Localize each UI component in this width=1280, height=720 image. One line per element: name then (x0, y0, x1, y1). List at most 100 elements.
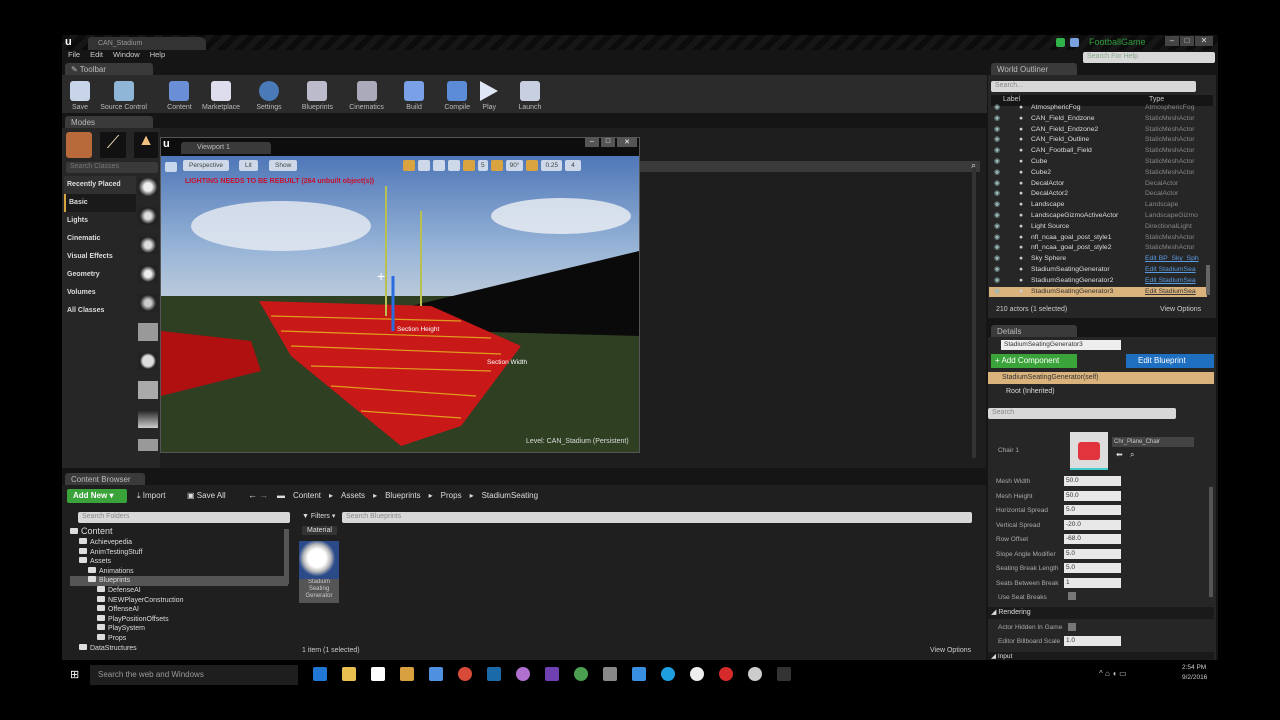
outliner-row[interactable]: ◉ ● DecalActor2 DecalActor (989, 189, 1207, 200)
visibility-eye-icon[interactable]: ◉ (994, 211, 1000, 222)
category-geometry[interactable]: Geometry (64, 266, 136, 284)
import-button[interactable]: ⤓ Import (137, 491, 165, 501)
details-search-input[interactable]: Search (988, 408, 1176, 419)
window-close-button[interactable]: ✕ (617, 138, 637, 147)
compile-button[interactable]: Compile (444, 75, 470, 111)
class-search-input[interactable]: Search Classes (66, 162, 158, 173)
billboard-scale-input[interactable]: 1.0 (1064, 636, 1121, 646)
minimize-button[interactable]: – (1165, 36, 1179, 46)
scrollbar[interactable] (972, 168, 976, 458)
chair-thumbnail[interactable] (1070, 432, 1108, 470)
app-icon[interactable] (486, 667, 501, 681)
scale-mode-button[interactable] (433, 160, 445, 171)
save-button[interactable]: Save (70, 75, 90, 111)
actor-name-input[interactable]: StadiumSeatingGenerator3 (1001, 340, 1121, 350)
visibility-eye-icon[interactable]: ◉ (994, 200, 1000, 211)
visibility-eye-icon[interactable]: ◉ (994, 114, 1000, 125)
folder-tree-item[interactable]: Animations (70, 566, 288, 577)
use-selected-arrow-icon[interactable]: ⬅ (1116, 450, 1123, 459)
build-button[interactable]: Build (404, 75, 425, 111)
landscape-mode-icon[interactable]: ▲ (134, 132, 158, 158)
input-section-header[interactable]: ◢ Input (988, 652, 1214, 660)
column-type[interactable]: Type (1149, 96, 1164, 103)
category-visual-effects[interactable]: Visual Effects (64, 248, 136, 266)
breadcrumb-assets[interactable]: Assets (341, 491, 365, 500)
app-icon[interactable] (573, 667, 588, 681)
menu-window[interactable]: Window (113, 50, 140, 62)
grid-snap-toggle[interactable] (463, 160, 475, 171)
visibility-eye-icon[interactable]: ◉ (994, 254, 1000, 265)
blueprints-button[interactable]: Blueprints (302, 75, 333, 111)
source-control-icon[interactable] (1056, 38, 1065, 47)
folder-tree-item[interactable]: NEWPlayerConstruction (70, 595, 288, 606)
outliner-view-options-button[interactable]: View Options (1160, 306, 1201, 313)
outliner-row[interactable]: ◉ ● CAN_Field_Outline StaticMeshActor (989, 135, 1207, 146)
viewport-tab[interactable]: Viewport 1 (181, 142, 271, 154)
filter-chip-material[interactable]: Material (302, 526, 337, 535)
outliner-row[interactable]: ◉ ● Cube StaticMeshActor (989, 157, 1207, 168)
source-control-button[interactable]: Source Control (100, 75, 147, 111)
visibility-eye-icon[interactable]: ◉ (994, 265, 1000, 276)
skype-icon[interactable] (660, 667, 675, 681)
project-tab[interactable]: CAN_Stadium (88, 37, 206, 50)
actor-item-point-light[interactable] (138, 265, 158, 283)
asset-tile[interactable]: Stadium Seating Generator (299, 541, 339, 603)
outliner-row[interactable]: ◉ ● AtmosphericFog AtmosphericFog (989, 103, 1207, 114)
outliner-row[interactable]: ◉ ● nfl_ncaa_goal_post_style2 StaticMeshAct… (989, 243, 1207, 254)
system-tray-icons[interactable]: ^ ⌂ ◖ ▭ (1099, 669, 1127, 678)
edit-blueprint-button[interactable]: Edit Blueprint (1126, 354, 1214, 368)
settings-button[interactable]: Settings (256, 75, 282, 111)
folder-tree-item[interactable]: Achievepedia (70, 538, 288, 548)
store-icon[interactable] (370, 667, 385, 681)
filters-button[interactable]: ▼ Filters ▾ (302, 512, 335, 520)
actor-item-character[interactable] (138, 207, 158, 225)
visibility-eye-icon[interactable]: ◉ (994, 157, 1000, 168)
folder-tree-item[interactable]: OffenseAI (70, 605, 288, 615)
viewport-scene[interactable]: + (161, 156, 639, 452)
folder-tree-item[interactable]: PlaySystem (70, 624, 288, 634)
launch-button[interactable]: Launch (518, 75, 541, 111)
play-button[interactable]: Play (480, 75, 499, 111)
scale-snap-value[interactable]: 0.25 (541, 160, 563, 171)
maximize-button[interactable]: □ (1180, 36, 1194, 46)
translate-mode-button[interactable] (403, 160, 415, 171)
property-value-input[interactable]: -68.0 (1064, 534, 1121, 544)
close-button[interactable]: ✕ (1195, 36, 1213, 46)
folder-tree-scrollbar[interactable] (284, 529, 289, 584)
visibility-eye-icon[interactable]: ◉ (994, 222, 1000, 233)
category-volumes[interactable]: Volumes (64, 284, 136, 302)
scale-snap-toggle[interactable] (526, 160, 539, 171)
taskbar-search[interactable]: Search the web and Windows (90, 665, 298, 685)
breadcrumb-stadium-seating[interactable]: StadiumSeating (482, 491, 538, 500)
use-seat-breaks-checkbox[interactable] (1068, 592, 1076, 600)
chair-asset-dropdown[interactable]: Chr_Plane_Chair (1112, 437, 1194, 447)
actor-item-player-start[interactable] (138, 294, 158, 312)
visibility-eye-icon[interactable]: ◉ (994, 189, 1000, 200)
app-icon[interactable] (689, 667, 704, 681)
edge-icon[interactable] (312, 667, 327, 681)
clock-date[interactable]: 9/2/2016 (1182, 674, 1207, 681)
content-button[interactable]: Content (167, 75, 192, 111)
help-search-input[interactable]: Search For Help (1083, 52, 1215, 63)
actor-type[interactable]: Edit StadiumSea (1145, 287, 1207, 298)
add-component-button[interactable]: + Add Component (991, 354, 1077, 368)
visibility-eye-icon[interactable]: ◉ (994, 135, 1000, 146)
property-value-input[interactable]: 50.0 (1064, 476, 1121, 486)
folder-tree-item[interactable]: Blueprints (70, 576, 288, 586)
category-recently-placed[interactable]: Recently Placed (64, 176, 136, 194)
asset-search-input[interactable]: Search Blueprints (342, 512, 972, 523)
tasks-icon[interactable] (428, 667, 443, 681)
cinematics-button[interactable]: Cinematics (349, 75, 384, 111)
app-icon[interactable] (515, 667, 530, 681)
paint-mode-icon[interactable]: ⟋ (100, 132, 126, 158)
outliner-row[interactable]: ◉ ● CAN_Field_Endzone StaticMeshActor (989, 114, 1207, 125)
outliner-row[interactable]: ◉ ● Sky Sphere Edit BP_Sky_Sph (989, 254, 1207, 265)
media-icon[interactable] (399, 667, 414, 681)
lit-button[interactable]: Lit (239, 160, 258, 171)
actor-item-cube[interactable] (138, 323, 158, 341)
component-self[interactable]: StadiumSeatingGenerator(self) (988, 372, 1214, 384)
folder-tree-item[interactable]: Content (70, 526, 288, 538)
category-basic[interactable]: Basic (64, 194, 136, 212)
visibility-eye-icon[interactable]: ◉ (994, 287, 1000, 298)
actor-item-sphere[interactable] (138, 352, 158, 370)
